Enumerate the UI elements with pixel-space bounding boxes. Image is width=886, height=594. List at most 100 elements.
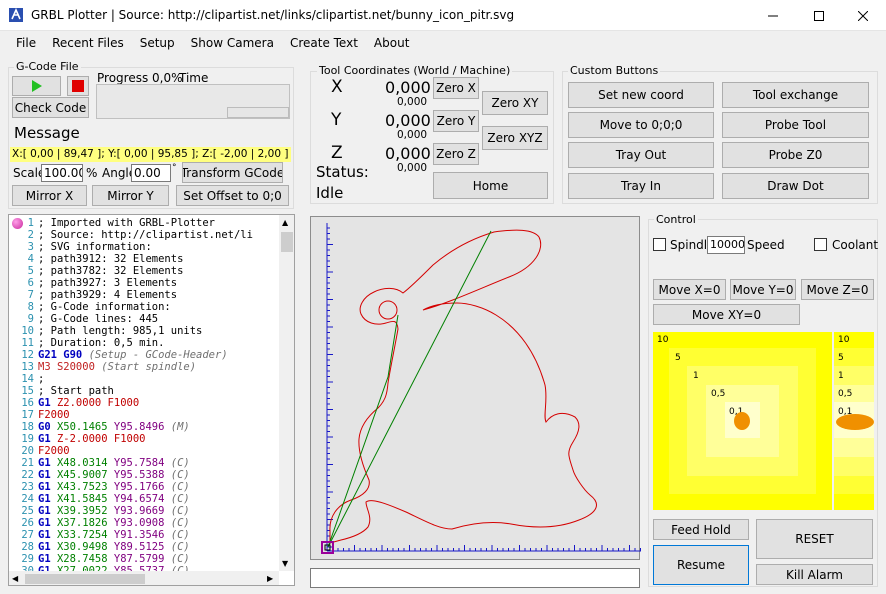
- gcode-token: Z-2.0000: [56, 433, 114, 445]
- set-new-coord-button[interactable]: Set new coord: [568, 82, 714, 108]
- move-to-zero-button[interactable]: Move to 0;0;0: [568, 112, 714, 138]
- scroll-down-arrow[interactable]: ▼: [282, 559, 288, 568]
- gcode-line[interactable]: 10 ; Path length: 985,1 units: [14, 325, 279, 337]
- gcode-line[interactable]: 4 ; path3912: 32 Elements: [14, 253, 279, 265]
- feed-hold-button[interactable]: Feed Hold: [653, 519, 749, 540]
- xy-jog-pad[interactable]: 10 5 1 0,5 0,1: [653, 332, 832, 510]
- gcode-line[interactable]: 15 ; Start path: [14, 385, 279, 397]
- zero-z-button[interactable]: Zero Z: [433, 143, 479, 165]
- menu-show-camera[interactable]: Show Camera: [183, 36, 282, 50]
- home-button[interactable]: Home: [433, 172, 548, 199]
- maximize-icon[interactable]: [796, 0, 842, 31]
- menu-setup[interactable]: Setup: [132, 36, 183, 50]
- control-group-label: Control: [654, 213, 698, 226]
- set-offset-button[interactable]: Set Offset to 0;0: [176, 185, 289, 206]
- jog-label-1: 1: [693, 371, 699, 381]
- gcode-line[interactable]: 25 G1 X39.3952 Y93.9669 (C): [14, 505, 279, 517]
- gcode-line[interactable]: 5 ; path3782: 32 Elements: [14, 265, 279, 277]
- gcode-line[interactable]: 2 ; Source: http://clipartist.net/li: [14, 229, 279, 241]
- kill-alarm-button[interactable]: Kill Alarm: [756, 564, 873, 585]
- check-code-button[interactable]: Check Code: [12, 97, 89, 118]
- gcode-line[interactable]: 7 ; path3929: 4 Elements: [14, 289, 279, 301]
- menu-create-text[interactable]: Create Text: [282, 36, 366, 50]
- zero-y-button[interactable]: Zero Y: [433, 110, 479, 132]
- gcode-line[interactable]: 12 G21 G90 (Setup - GCode-Header): [14, 349, 279, 361]
- angle-input[interactable]: 0.00: [131, 164, 171, 182]
- speed-label: Speed: [747, 238, 785, 252]
- gcode-line[interactable]: 13 M3 S20000 (Start spindle): [14, 361, 279, 373]
- ruler-ticks: [326, 227, 641, 551]
- move-y0-button[interactable]: Move Y=0: [730, 279, 796, 300]
- move-xy0-button[interactable]: Move XY=0: [653, 304, 800, 325]
- tray-out-button[interactable]: Tray Out: [568, 142, 714, 168]
- move-x0-button[interactable]: Move X=0: [653, 279, 726, 300]
- move-z0-button[interactable]: Move Z=0: [801, 279, 874, 300]
- play-button[interactable]: [12, 76, 61, 96]
- vertical-scrollbar[interactable]: ▲ ▼: [279, 215, 294, 571]
- zero-xy-button[interactable]: Zero XY: [482, 91, 548, 115]
- gcode-line[interactable]: 16 G1 Z2.0000 F1000: [14, 397, 279, 409]
- scroll-thumb-h[interactable]: [25, 574, 145, 584]
- gcode-line[interactable]: 1 ; Imported with GRBL-Plotter: [14, 217, 279, 229]
- gcode-line[interactable]: 8 ; G-Code information:: [14, 301, 279, 313]
- transform-gcode-button[interactable]: Transform GCode: [182, 162, 283, 183]
- gcode-token: G1: [38, 529, 57, 541]
- tray-in-button[interactable]: Tray In: [568, 173, 714, 199]
- gcode-line[interactable]: 29 G1 X28.7458 Y87.5799 (C): [14, 553, 279, 565]
- gcode-token: ; Source: http://clipartist.net/li: [38, 229, 253, 241]
- spindle-speed-input[interactable]: 10000: [707, 236, 745, 254]
- line-number: 21: [21, 457, 34, 469]
- gcode-line[interactable]: 28 G1 X30.9498 Y89.5125 (C): [14, 541, 279, 553]
- scroll-left-arrow[interactable]: ◀: [12, 574, 18, 583]
- gcode-line[interactable]: 24 G1 X41.5845 Y94.6574 (C): [14, 493, 279, 505]
- menu-file[interactable]: File: [8, 36, 44, 50]
- gcode-line[interactable]: 21 G1 X48.0314 Y95.7584 (C): [14, 457, 279, 469]
- scroll-up-arrow[interactable]: ▲: [282, 218, 288, 227]
- gcode-token: ; path3912: 32 Elements: [38, 253, 184, 265]
- y-world-value: 0,000: [385, 111, 431, 130]
- line-number: 23: [21, 481, 34, 493]
- line-number: 27: [21, 529, 34, 541]
- gcode-line[interactable]: 26 G1 X37.1826 Y93.0908 (C): [14, 517, 279, 529]
- draw-dot-button[interactable]: Draw Dot: [722, 173, 869, 199]
- gcode-line[interactable]: 18 G0 X50.1465 Y95.8496 (M): [14, 421, 279, 433]
- z-jog-label-5: 5: [838, 353, 844, 363]
- gcode-line[interactable]: 14;: [14, 373, 279, 385]
- mirror-x-button[interactable]: Mirror X: [12, 185, 87, 206]
- reset-button[interactable]: RESET: [756, 519, 873, 559]
- y-machine-value: 0,000: [397, 129, 428, 141]
- z-jog-pad[interactable]: 10 5 1 0,5 0,1: [834, 332, 874, 510]
- gcode-line[interactable]: 20 F2000: [14, 445, 279, 457]
- gcode-line[interactable]: 17 F2000: [14, 409, 279, 421]
- gcode-line[interactable]: 27 G1 X33.7254 Y91.3546 (C): [14, 529, 279, 541]
- gcode-line[interactable]: 3 ; SVG information:: [14, 241, 279, 253]
- menu-about[interactable]: About: [366, 36, 417, 50]
- gcode-line[interactable]: 11 ; Duration: 0,5 min.: [14, 337, 279, 349]
- gcode-token: G1: [38, 541, 57, 553]
- zero-x-button[interactable]: Zero X: [433, 77, 479, 99]
- minimize-icon[interactable]: [750, 0, 796, 31]
- menu-recent-files[interactable]: Recent Files: [44, 36, 132, 50]
- resume-button[interactable]: Resume: [653, 545, 749, 585]
- zero-xyz-button[interactable]: Zero XYZ: [482, 126, 548, 150]
- close-icon[interactable]: [840, 0, 886, 31]
- plot-area[interactable]: [310, 216, 641, 560]
- probe-tool-button[interactable]: Probe Tool: [722, 112, 869, 138]
- scroll-right-arrow[interactable]: ▶: [267, 574, 273, 583]
- spindle-checkbox[interactable]: [653, 238, 666, 251]
- gcode-editor[interactable]: 1 ; Imported with GRBL-Plotter 2 ; Source: …: [8, 214, 295, 586]
- gcode-line[interactable]: 19 G1 Z-2.0000 F1000: [14, 433, 279, 445]
- gcode-line[interactable]: 22 G1 X45.9007 Y95.5388 (C): [14, 469, 279, 481]
- scale-input[interactable]: 100.00: [41, 164, 83, 182]
- coolant-checkbox[interactable]: [814, 238, 827, 251]
- gcode-line[interactable]: 9 ; G-Code lines: 445: [14, 313, 279, 325]
- gcode-line[interactable]: 6 ; path3927: 3 Elements: [14, 277, 279, 289]
- scroll-thumb-v[interactable]: [281, 232, 293, 252]
- horizontal-scrollbar[interactable]: ◀ ▶: [9, 571, 279, 585]
- gcode-line[interactable]: 23 G1 X43.7523 Y95.1766 (C): [14, 481, 279, 493]
- tool-exchange-button[interactable]: Tool exchange: [722, 82, 869, 108]
- command-input[interactable]: [310, 568, 640, 588]
- mirror-y-button[interactable]: Mirror Y: [92, 185, 169, 206]
- probe-z0-button[interactable]: Probe Z0: [722, 142, 869, 168]
- stop-button[interactable]: [67, 76, 89, 96]
